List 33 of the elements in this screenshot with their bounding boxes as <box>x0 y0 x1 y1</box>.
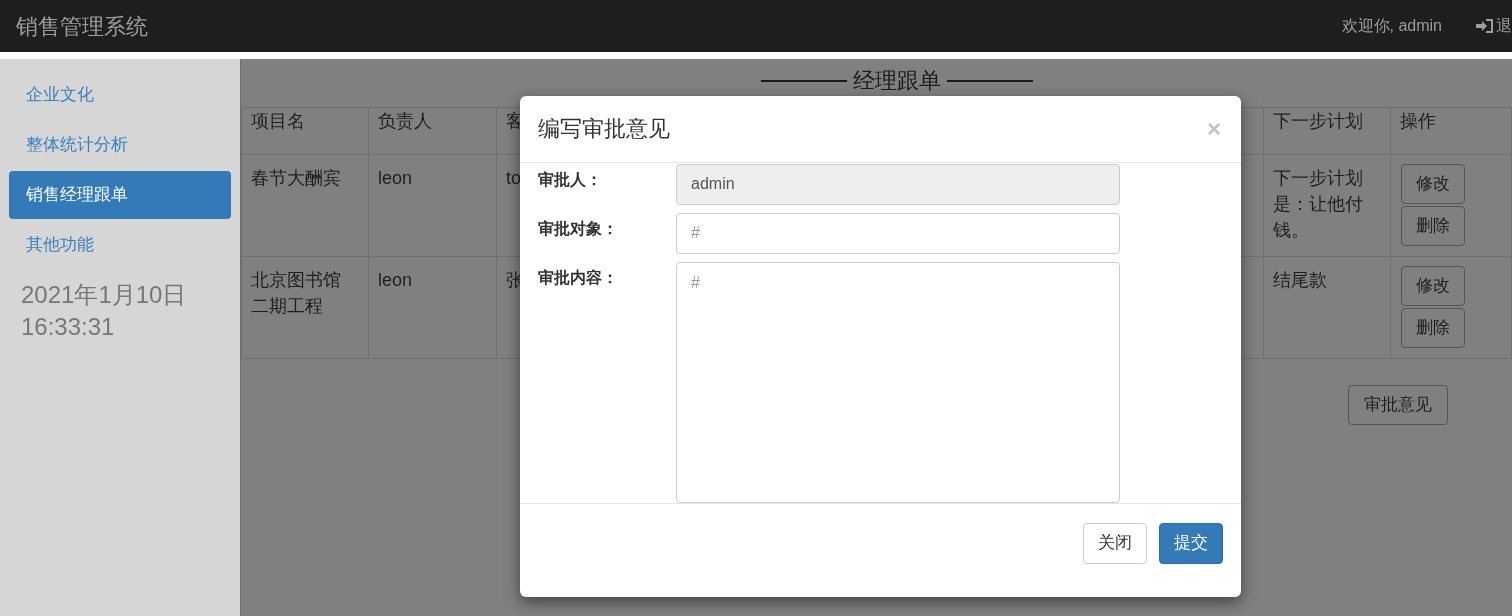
table-cell: 结尾款 <box>1263 256 1391 359</box>
table-cell: leon <box>368 256 497 359</box>
sidebar-item[interactable]: 销售经理跟单 <box>9 171 231 219</box>
sidebar-item[interactable]: 企业文化 <box>9 71 231 119</box>
table-cell: 春节大酬宾 <box>241 154 369 257</box>
column-header: 操作 <box>1390 107 1512 155</box>
close-dialog-button[interactable]: 关闭 <box>1083 522 1147 564</box>
row-action-button[interactable]: 修改 <box>1401 266 1465 306</box>
sidebar-item[interactable]: 其他功能 <box>9 221 231 269</box>
field-label: 审批内容： <box>537 267 619 288</box>
column-header: 负责人 <box>368 107 497 155</box>
row-action-button[interactable]: 删除 <box>1401 308 1465 348</box>
text-area-field[interactable]: # <box>676 261 1120 503</box>
submit-button[interactable]: 提交 <box>1159 522 1223 564</box>
column-header: 下一步计划 <box>1263 107 1391 155</box>
table-cell: 北京图书馆二期工程 <box>241 256 369 359</box>
field-label: 审批对象： <box>537 218 619 239</box>
input-field[interactable]: # <box>676 212 1120 254</box>
modal-title: 编写审批意见 <box>538 115 670 144</box>
approve-button[interactable]: 审批意见 <box>1348 385 1448 425</box>
logout-link[interactable]: 退 <box>1476 14 1512 38</box>
sidebar-item[interactable]: 整体统计分析 <box>9 121 231 169</box>
row-action-button[interactable]: 修改 <box>1401 164 1465 204</box>
logout-icon <box>1476 18 1494 34</box>
field-label: 审批人： <box>537 169 603 190</box>
table-cell: leon <box>368 154 497 257</box>
row-action-button[interactable]: 删除 <box>1401 206 1465 246</box>
brand-title[interactable]: 销售管理系统 <box>16 9 148 43</box>
column-header: 项目名 <box>241 107 369 155</box>
page-heading: 经理跟单 <box>852 67 941 95</box>
table-cell: 下一步计划是：让他付钱。 <box>1263 154 1391 257</box>
welcome-text: 欢迎你, admin <box>1341 16 1442 36</box>
date-time-text: 2021年1月10日 16:33:31 <box>20 280 188 342</box>
